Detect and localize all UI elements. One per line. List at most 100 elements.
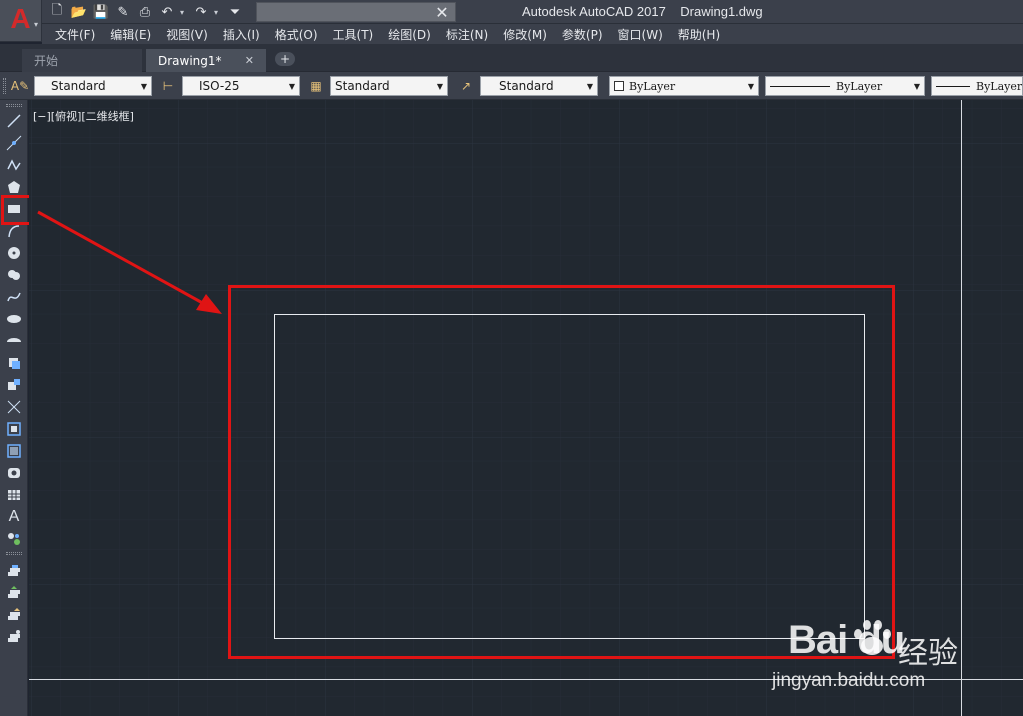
watermark-cn: 经验 — [898, 636, 958, 671]
quick-access-toolbar: 🗋 📂 💾 ✎ ⎙ ↶ ▾ ↷ ▾ ⏷ — [48, 2, 244, 22]
plot-icon[interactable]: ⎙ — [136, 3, 154, 21]
menu-dimension[interactable]: 标注(N) — [441, 26, 498, 43]
close-icon[interactable]: ✕ — [428, 2, 456, 22]
point-icon[interactable] — [4, 398, 24, 416]
close-tab-icon[interactable]: ✕ — [245, 54, 254, 67]
menu-tools[interactable]: 工具(T) — [328, 26, 384, 43]
menu-edit[interactable]: 编辑(E) — [105, 26, 161, 43]
table-style-value: Standard — [335, 79, 390, 93]
undo-dropdown-icon[interactable]: ▾ — [180, 8, 188, 17]
lineweight-select[interactable]: ByLayer — [931, 76, 1023, 96]
dim-style-select[interactable]: ISO-25 ▼ — [182, 76, 300, 96]
save-icon[interactable]: 💾 — [92, 3, 110, 21]
tab-start-label: 开始 — [34, 54, 59, 68]
search-box[interactable] — [256, 2, 456, 22]
multileader-style-select[interactable]: Standard ▼ — [480, 76, 598, 96]
linetype-value: ByLayer — [836, 79, 883, 93]
multileader-style-icon[interactable]: ↗ — [456, 77, 476, 95]
new-icon[interactable]: 🗋 — [48, 3, 66, 21]
construction-line-icon[interactable] — [4, 134, 24, 152]
toolbar-grip[interactable] — [3, 78, 6, 94]
window-title: Autodesk AutoCAD 2017 Drawing1.dwg — [522, 4, 763, 19]
layer-tool-3-icon[interactable] — [4, 606, 24, 624]
multileader-style-value: Standard — [499, 79, 554, 93]
chevron-down-icon: ▾ — [33, 20, 38, 29]
chevron-down-icon: ▼ — [913, 81, 921, 91]
chevron-down-icon: ▼ — [288, 81, 296, 91]
table-style-icon[interactable]: ▦ — [306, 77, 326, 95]
circle-icon[interactable] — [4, 244, 24, 262]
watermark-url: jingyan.baidu.com — [772, 670, 926, 691]
dim-style-icon[interactable]: ⊢ — [158, 77, 178, 95]
ellipse-arc-icon[interactable] — [4, 332, 24, 350]
insert-block-icon[interactable] — [4, 354, 24, 372]
autocad-window: 🗋 📂 💾 ✎ ⎙ ↶ ▾ ↷ ▾ ⏷ ✕ Autodesk AutoCAD 2… — [0, 0, 1023, 716]
undo-icon[interactable]: ↶ — [158, 3, 176, 21]
baidu-watermark: Bai du 经验 jingyan.baidu.com — [772, 612, 982, 702]
layer-tool-1-icon[interactable] — [4, 562, 24, 580]
polyline-icon[interactable] — [4, 156, 24, 174]
text-style-value: Standard — [51, 79, 106, 93]
text-style-icon[interactable]: A✎ — [10, 77, 30, 95]
file-tab-bar: 开始 Drawing1* ✕ — [0, 44, 1023, 72]
spline-icon[interactable] — [4, 288, 24, 306]
redo-icon[interactable]: ↷ — [192, 3, 210, 21]
layer-tool-2-icon[interactable] — [4, 584, 24, 602]
table-icon[interactable] — [4, 486, 24, 504]
viewport-controls-label[interactable]: [−][俯视][二维线框] — [33, 108, 134, 124]
customize-icon[interactable]: ⏷ — [226, 3, 244, 21]
linetype-select[interactable]: ByLayer ▼ — [765, 76, 925, 96]
color-value: ByLayer — [629, 79, 676, 93]
layer-tool-4-icon[interactable] — [4, 628, 24, 646]
menu-file[interactable]: 文件(F) — [50, 26, 105, 43]
draw-toolbar: A — [0, 100, 28, 716]
chevron-down-icon: ▼ — [436, 81, 444, 91]
lineweight-value-wrap: ByLayer — [936, 80, 1022, 93]
new-tab-button[interactable]: + — [275, 52, 295, 66]
menu-bar: 文件(F) 编辑(E) 视图(V) 插入(I) 格式(O) 工具(T) 绘图(D… — [42, 24, 1023, 44]
tab-start[interactable]: 开始 — [22, 49, 142, 72]
ellipse-icon[interactable] — [4, 310, 24, 328]
linetype-value-wrap: ByLayer — [770, 80, 910, 93]
lineweight-value: ByLayer — [976, 79, 1022, 93]
menu-parametric[interactable]: 参数(P) — [557, 26, 613, 43]
line-icon[interactable] — [4, 112, 24, 130]
region-icon[interactable] — [4, 464, 24, 482]
title-bar: 🗋 📂 💾 ✎ ⎙ ↶ ▾ ↷ ▾ ⏷ ✕ Autodesk AutoCAD 2… — [0, 0, 1023, 24]
menu-window[interactable]: 窗口(W) — [613, 26, 673, 43]
paw-icon — [854, 620, 891, 655]
redo-dropdown-icon[interactable]: ▾ — [214, 8, 222, 17]
gradient-icon[interactable] — [4, 442, 24, 460]
menu-view[interactable]: 视图(V) — [161, 26, 218, 43]
toolbar-grip[interactable] — [6, 552, 22, 555]
menu-draw[interactable]: 绘图(D) — [383, 26, 441, 43]
color-select[interactable]: ByLayer ▼ — [609, 76, 759, 96]
save-as-icon[interactable]: ✎ — [114, 3, 132, 21]
autocad-logo-icon: A — [10, 2, 31, 34]
rectangle-highlight-box — [228, 285, 895, 659]
dim-style-value: ISO-25 — [199, 79, 240, 93]
lineweight-swatch — [936, 86, 970, 87]
menu-insert[interactable]: 插入(I) — [218, 26, 270, 43]
make-block-icon[interactable] — [4, 376, 24, 394]
tab-drawing1-label: Drawing1* — [158, 53, 222, 68]
chevron-down-icon: ▼ — [586, 81, 594, 91]
open-icon[interactable]: 📂 — [70, 3, 88, 21]
linetype-swatch — [770, 86, 830, 87]
toolbar-grip[interactable] — [6, 104, 22, 107]
menu-modify[interactable]: 修改(M) — [498, 26, 557, 43]
menu-help[interactable]: 帮助(H) — [673, 26, 730, 43]
table-style-select[interactable]: Standard ▼ — [330, 76, 448, 96]
hatch-icon[interactable] — [4, 420, 24, 438]
styles-toolbar: A✎ Standard ▼ ⊢ ISO-25 ▼ ▦ Standard ▼ ↗ … — [0, 72, 1023, 100]
application-menu-button[interactable]: A ▾ — [0, 0, 42, 42]
add-selected-icon[interactable] — [4, 530, 24, 548]
text-style-select[interactable]: Standard ▼ — [34, 76, 152, 96]
chevron-down-icon: ▼ — [747, 81, 755, 91]
polygon-icon[interactable] — [4, 178, 24, 196]
menu-format[interactable]: 格式(O) — [270, 26, 328, 43]
tab-drawing1[interactable]: Drawing1* ✕ — [146, 49, 266, 72]
revision-cloud-icon[interactable] — [4, 266, 24, 284]
color-value-wrap: ByLayer — [614, 80, 744, 93]
multiline-text-icon[interactable]: A — [4, 508, 24, 526]
